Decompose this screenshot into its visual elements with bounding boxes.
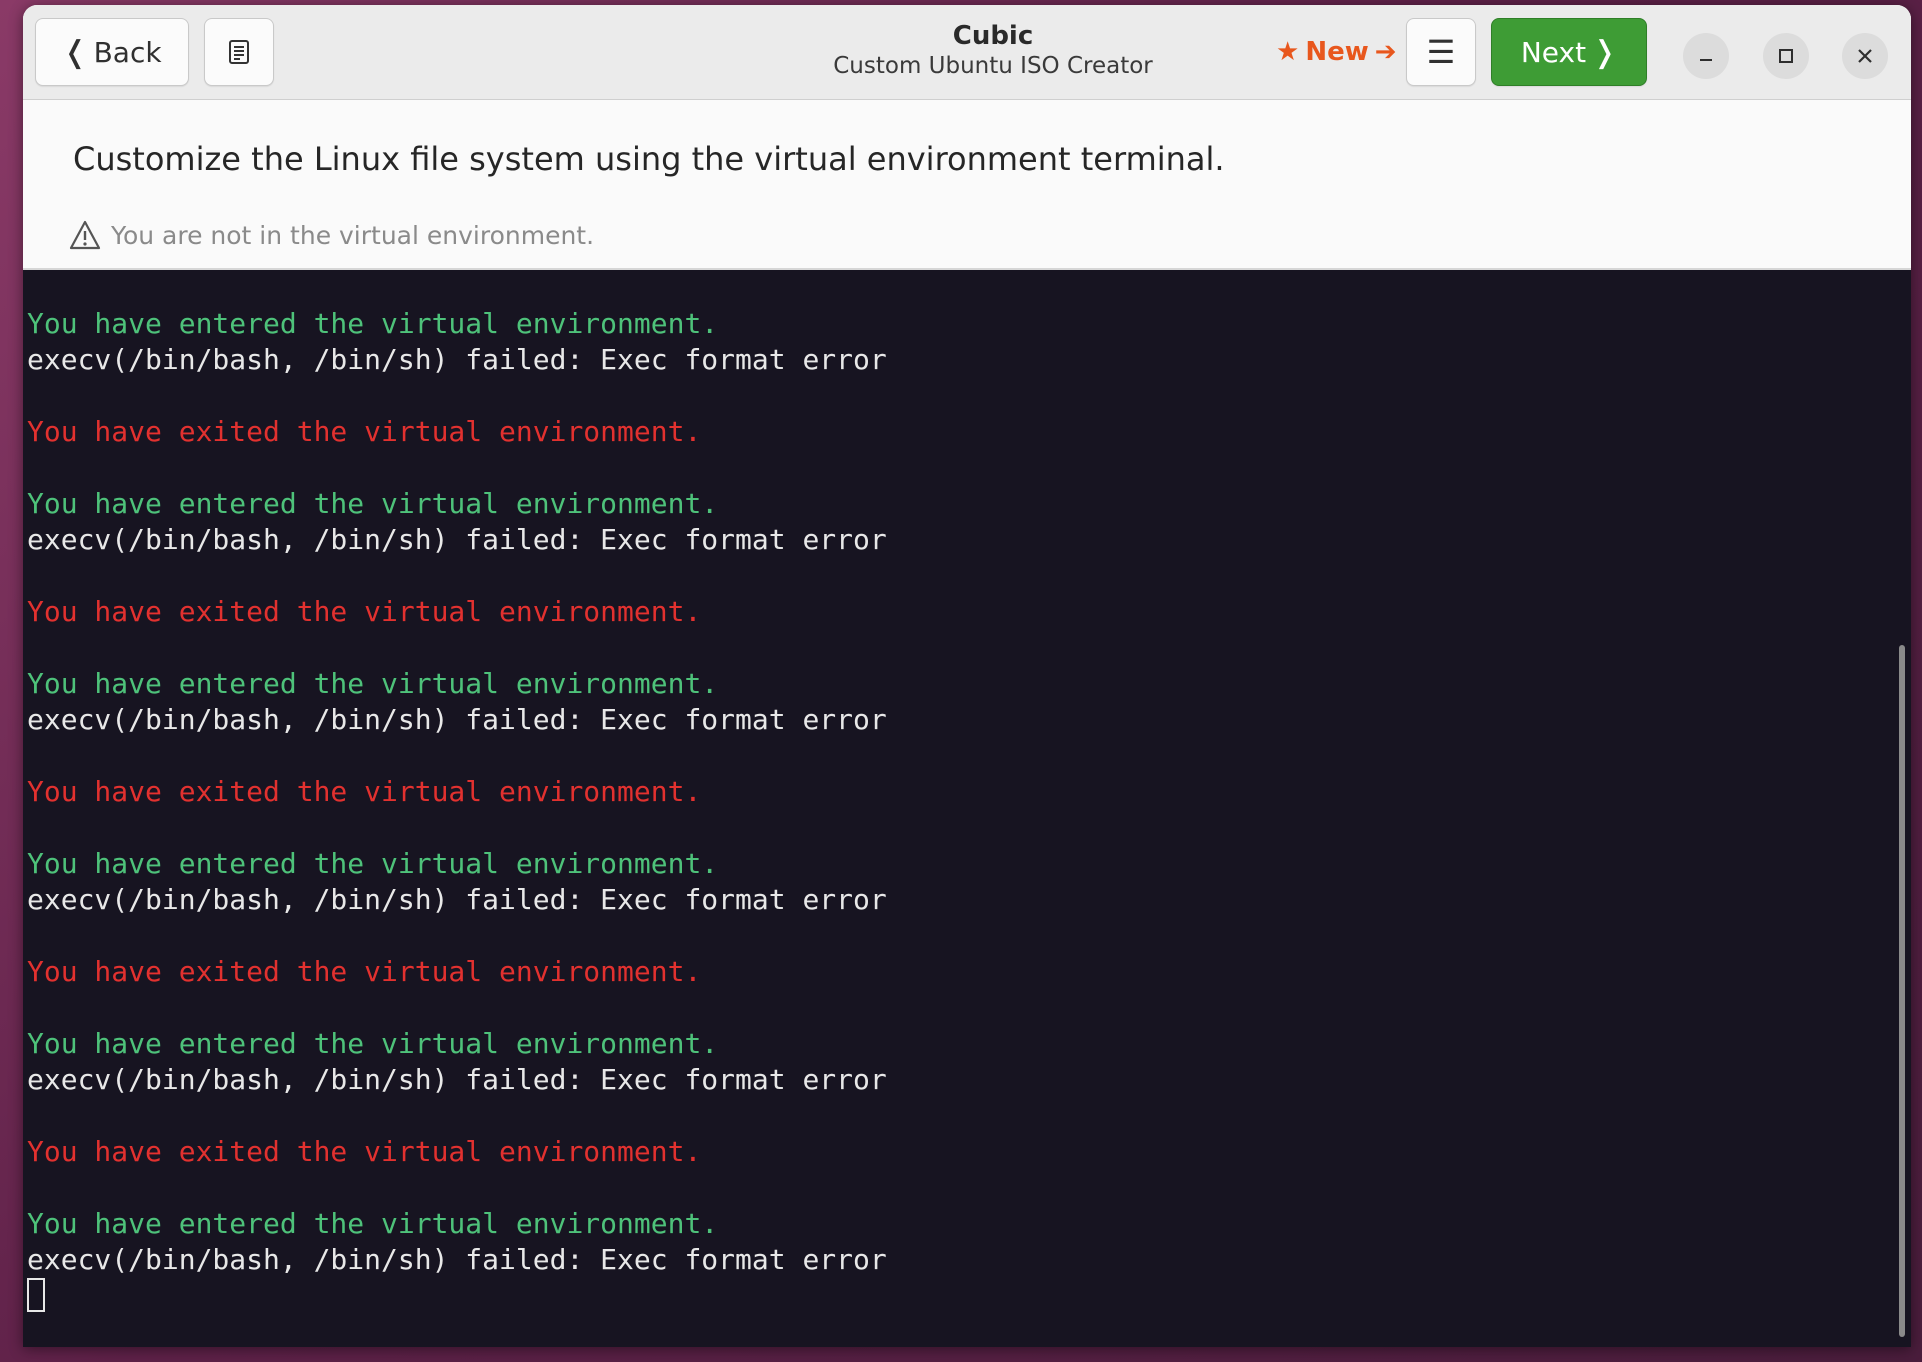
terminal-line: You have entered the virtual environment… <box>27 1207 719 1240</box>
terminal-line: You have exited the virtual environment. <box>27 955 702 988</box>
header-bar[interactable]: ❬ Back Cubic Custom Ubuntu ISO Creator ★… <box>23 5 1911 100</box>
cubic-window: ❬ Back Cubic Custom Ubuntu ISO Creator ★… <box>23 5 1911 1347</box>
virtual-environment-terminal[interactable]: You have entered the virtual environment… <box>23 270 1911 1347</box>
chevron-right-icon: ❭ <box>1592 34 1618 70</box>
new-link-label: New <box>1305 37 1369 67</box>
desktop-background: ❬ Back Cubic Custom Ubuntu ISO Creator ★… <box>0 0 1922 1362</box>
environment-status: You are not in the virtual environment. <box>69 220 594 250</box>
terminal-line: execv(/bin/bash, /bin/sh) failed: Exec f… <box>27 1063 887 1096</box>
terminal-line: You have entered the virtual environment… <box>27 487 719 520</box>
terminal-line: execv(/bin/bash, /bin/sh) failed: Exec f… <box>27 1243 887 1276</box>
warning-icon <box>69 220 101 250</box>
app-title: Cubic <box>952 21 1034 51</box>
new-project-link[interactable]: ★ New ➔ <box>1273 31 1400 73</box>
terminal-cursor <box>27 1278 45 1312</box>
terminal-scrollbar[interactable] <box>1899 645 1905 1337</box>
terminal-line: execv(/bin/bash, /bin/sh) failed: Exec f… <box>27 883 887 916</box>
menu-button[interactable]: ☰ <box>1406 18 1476 86</box>
terminal-line: You have entered the virtual environment… <box>27 667 719 700</box>
app-subtitle: Custom Ubuntu ISO Creator <box>833 53 1153 79</box>
maximize-button[interactable] <box>1763 33 1809 79</box>
star-icon: ★ <box>1276 37 1300 67</box>
close-icon <box>1858 49 1872 63</box>
chevron-left-icon: ❬ <box>62 34 88 70</box>
terminal-line: execv(/bin/bash, /bin/sh) failed: Exec f… <box>27 523 887 556</box>
terminal-line: You have exited the virtual environment. <box>27 1135 702 1168</box>
back-button[interactable]: ❬ Back <box>35 18 189 86</box>
window-title-block: Cubic Custom Ubuntu ISO Creator <box>743 21 1243 81</box>
document-icon <box>229 40 249 64</box>
terminal-line: You have exited the virtual environment. <box>27 595 702 628</box>
terminal-line: You have exited the virtual environment. <box>27 415 702 448</box>
terminal-line: execv(/bin/bash, /bin/sh) failed: Exec f… <box>27 703 887 736</box>
next-button-label: Next <box>1520 35 1587 69</box>
terminal-line: execv(/bin/bash, /bin/sh) failed: Exec f… <box>27 343 887 376</box>
status-text: You are not in the virtual environment. <box>111 220 595 250</box>
document-button[interactable] <box>204 18 274 86</box>
terminal-line: You have entered the virtual environment… <box>27 847 719 880</box>
terminal-line: You have exited the virtual environment. <box>27 775 702 808</box>
hamburger-menu-icon: ☰ <box>1426 33 1456 71</box>
maximize-icon <box>1779 49 1793 63</box>
terminal-line: You have entered the virtual environment… <box>27 1027 719 1060</box>
back-button-label: Back <box>93 35 162 69</box>
next-button[interactable]: Next ❭ <box>1491 18 1647 86</box>
terminal-output: You have entered the virtual environment… <box>27 306 887 1278</box>
minimize-button[interactable] <box>1683 33 1729 79</box>
page-instruction: Customize the Linux file system using th… <box>73 140 1225 178</box>
arrow-right-icon: ➔ <box>1374 37 1397 67</box>
terminal-line: You have entered the virtual environment… <box>27 307 719 340</box>
minimize-icon <box>1700 59 1712 61</box>
close-button[interactable] <box>1842 33 1888 79</box>
info-panel: Customize the Linux file system using th… <box>23 100 1911 270</box>
